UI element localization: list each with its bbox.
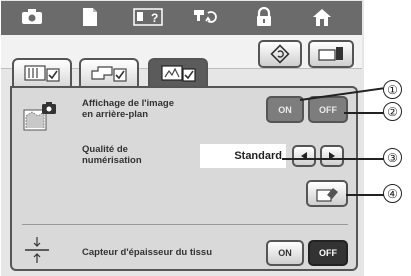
- arrow-left-icon: [301, 152, 307, 160]
- general-settings-icon: [24, 65, 60, 82]
- background-image-on-button[interactable]: ON: [266, 96, 304, 123]
- page-button[interactable]: [62, 3, 118, 31]
- sewing-button[interactable]: [178, 3, 234, 31]
- background-image-off-button[interactable]: OFF: [308, 96, 348, 123]
- help-icon: ?: [133, 8, 163, 26]
- thickness-sensor-label: Capteur d'épaisseur du tissu: [82, 247, 213, 258]
- tab-general[interactable]: [12, 58, 72, 86]
- lock-icon: [257, 7, 271, 26]
- sewing-settings-icon: [91, 66, 127, 82]
- camera-icon: [22, 9, 42, 24]
- callout-4: ④: [383, 184, 402, 203]
- scan-quality-next-button[interactable]: [320, 145, 344, 167]
- help-button[interactable]: ?: [120, 3, 176, 31]
- background-image-icon: [23, 102, 56, 131]
- embroidery-settings-icon: [161, 65, 196, 82]
- tab-embroidery[interactable]: [148, 58, 208, 86]
- callout-line-3: [282, 158, 384, 160]
- divider: [22, 224, 348, 225]
- callout-line-4: [346, 194, 384, 196]
- thickness-sensor-on-button[interactable]: ON: [266, 240, 304, 266]
- machine-info-button[interactable]: [308, 40, 354, 68]
- lock-button[interactable]: [236, 3, 292, 31]
- reset-settings-button[interactable]: [258, 40, 302, 68]
- page-icon: [83, 8, 97, 26]
- scan-quality-prev-button[interactable]: [292, 145, 316, 167]
- svg-text:?: ?: [151, 11, 158, 25]
- camera-button[interactable]: [4, 3, 60, 31]
- needle-thread-icon: [194, 10, 217, 23]
- eraser-icon: [316, 187, 338, 202]
- callout-line-2: [344, 112, 384, 114]
- callout-3: ③: [383, 148, 402, 167]
- arrow-right-icon: [329, 152, 335, 160]
- thickness-sensor-off-button[interactable]: OFF: [308, 240, 348, 266]
- delete-background-button[interactable]: [306, 180, 348, 207]
- scan-quality-label: Qualité de numérisation: [82, 144, 142, 166]
- background-image-label: Affichage de l'image en arrière-plan: [82, 98, 175, 120]
- fabric-thickness-icon: [25, 237, 49, 263]
- reset-icon: [270, 44, 290, 64]
- tab-sewing[interactable]: [79, 58, 139, 86]
- home-button[interactable]: [294, 3, 350, 31]
- callout-2: ②: [383, 102, 402, 121]
- machine-info-icon: [318, 47, 343, 61]
- home-icon: [313, 9, 331, 26]
- scan-quality-value: Standard: [200, 144, 286, 168]
- callout-1: ①: [383, 80, 402, 99]
- embroidery-settings-panel: [10, 86, 358, 271]
